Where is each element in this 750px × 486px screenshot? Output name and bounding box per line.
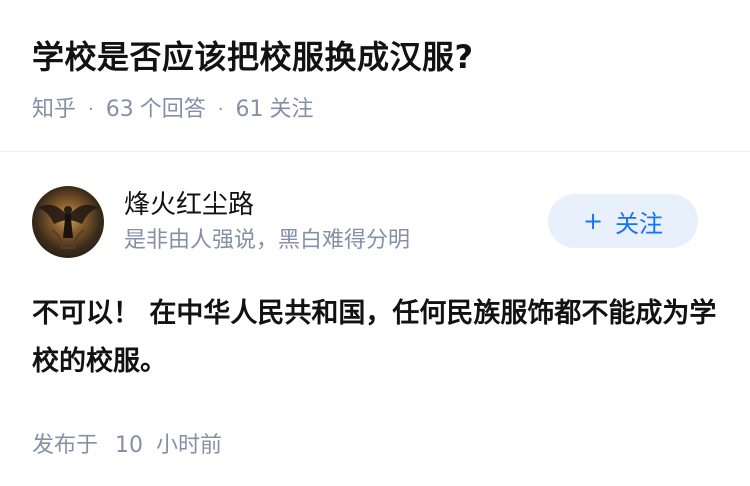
answer-content[interactable]: 不可以！ 在中华人民共和国，任何民族服饰都不能成为学校的校服。 (32, 290, 718, 386)
follower-count-unit: 关注 (269, 97, 314, 122)
time-unit: 小时前 (156, 433, 223, 458)
follow-button[interactable]: + 关注 (548, 194, 698, 248)
plus-icon: + (582, 207, 604, 235)
meta-separator: · (88, 99, 94, 120)
author-name[interactable]: 烽火红尘路 (124, 187, 410, 223)
question-meta: 知乎 · 63 个回答 · 61 关注 (32, 90, 718, 130)
author-row: 烽火红尘路 是非由人强说，黑白难得分明 + 关注 (32, 182, 718, 262)
avatar[interactable] (32, 186, 104, 258)
zhihu-question-page: 学校是否应该把校服换成汉服? 知乎 · 63 个回答 · 61 关注 烽火红尘路… (0, 0, 750, 486)
source-label[interactable]: 知乎 (32, 90, 76, 130)
time-value: 10 (115, 433, 144, 458)
answer-time: 发布于 10 小时前 (32, 430, 718, 462)
follower-count: 61 (235, 97, 264, 122)
answer-count-unit: 个回答 (139, 97, 206, 122)
answer-card: 烽火红尘路 是非由人强说，黑白难得分明 + 关注 不可以！ 在中华人民共和国，任… (0, 152, 750, 462)
author-info: 烽火红尘路 是非由人强说，黑白难得分明 (124, 187, 410, 257)
meta-separator: · (217, 99, 224, 120)
follow-label: 关注 (615, 209, 664, 238)
time-prefix: 发布于 (32, 433, 99, 458)
author-bio: 是非由人强说，黑白难得分明 (124, 228, 411, 253)
question-title[interactable]: 学校是否应该把校服换成汉服? (32, 34, 718, 80)
winged-figure-avatar-icon (38, 204, 98, 249)
answer-count: 63 (105, 97, 134, 122)
question-header: 学校是否应该把校服换成汉服? 知乎 · 63 个回答 · 61 关注 (0, 0, 750, 152)
